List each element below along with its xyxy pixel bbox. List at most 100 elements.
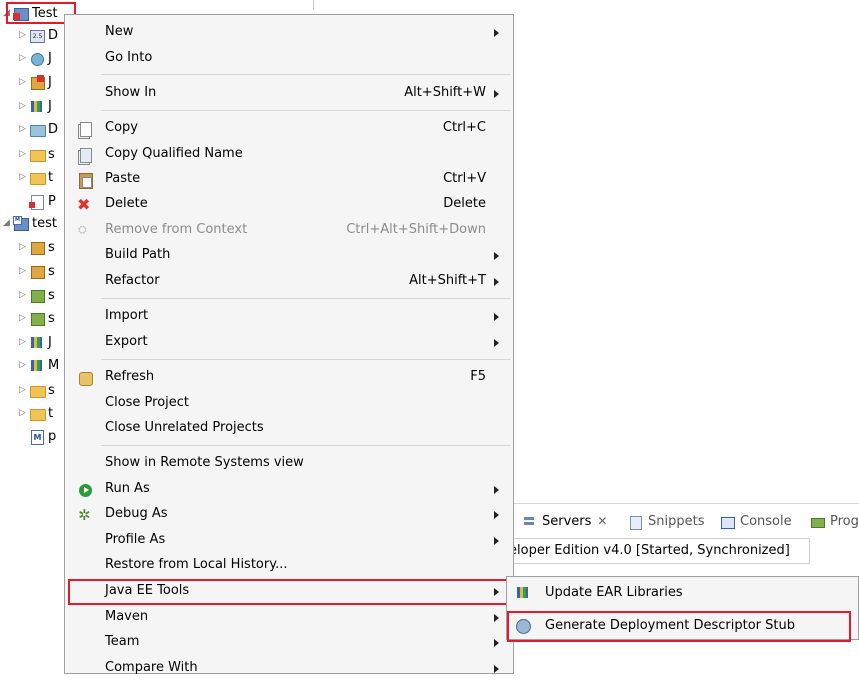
collapsed-twisty-icon[interactable]: ▷ — [18, 385, 27, 395]
submenu-item-label: Update EAR Libraries — [545, 585, 683, 600]
test-package-icon — [29, 311, 45, 326]
menu-item-close-project[interactable]: Close Project — [65, 391, 513, 416]
menu-item-refactor[interactable]: Refactor Alt+Shift+T — [65, 269, 513, 294]
menu-item-label: Close Unrelated Projects — [105, 420, 264, 435]
menu-item-export[interactable]: Export — [65, 330, 513, 355]
tree-item[interactable]: ▷ D — [18, 119, 58, 139]
tree-item[interactable]: ▷ s — [18, 285, 55, 305]
tree-item[interactable]: ▷ s — [18, 261, 55, 281]
server-list-row[interactable]: eloper Edition v4.0 [Started, Synchroniz… — [508, 538, 810, 564]
collapsed-twisty-icon[interactable]: ▷ — [18, 408, 27, 418]
tab-servers[interactable]: Servers ✕ — [522, 514, 607, 529]
submenu-arrow-icon — [494, 665, 499, 673]
menu-item-copy[interactable]: Copy Ctrl+C — [65, 116, 513, 141]
menu-item-shortcut: Delete — [443, 196, 486, 211]
menu-item-paste[interactable]: Paste Ctrl+V — [65, 167, 513, 192]
tab-snippets[interactable]: Snippets — [628, 514, 704, 530]
menu-item-copy-qualified-name[interactable]: Copy Qualified Name — [65, 142, 513, 167]
folder-icon — [29, 170, 46, 185]
folder-icon — [29, 406, 46, 421]
menu-item-build-path[interactable]: Build Path — [65, 243, 513, 268]
tree-item[interactable]: ▷ s — [18, 308, 55, 328]
submenu-arrow-icon — [494, 537, 499, 545]
collapsed-twisty-icon[interactable]: ▷ — [18, 124, 27, 134]
paste-icon — [77, 172, 93, 189]
menu-separator — [101, 445, 511, 446]
menu-item-debug-as[interactable]: ✲ Debug As — [65, 502, 513, 527]
menu-item-label: Copy — [105, 120, 138, 135]
console-icon — [720, 515, 735, 529]
tree-item[interactable]: ▷ s — [18, 237, 55, 257]
debug-bug-icon: ✲ — [78, 506, 91, 524]
menu-item-label: Compare With — [105, 660, 198, 675]
menu-item-show-in-remote-systems[interactable]: Show in Remote Systems view — [65, 451, 513, 476]
menu-separator — [101, 359, 511, 360]
tab-progress[interactable]: Prog — [810, 514, 859, 529]
tree-item[interactable]: ▷ s — [18, 380, 55, 400]
jre-library-icon — [29, 335, 45, 349]
collapsed-twisty-icon[interactable]: ▷ — [18, 337, 27, 347]
collapsed-twisty-icon[interactable]: ▷ — [18, 77, 27, 87]
menu-item-profile-as[interactable]: Profile As — [65, 528, 513, 553]
menu-item-show-in[interactable]: Show In Alt+Shift+W — [65, 81, 513, 106]
menu-item-compare-with[interactable]: Compare With — [65, 656, 513, 681]
tree-item[interactable]: ▷ t — [18, 167, 53, 187]
menu-item-new[interactable]: New — [65, 20, 513, 45]
close-tab-icon[interactable]: ✕ — [597, 514, 607, 528]
menu-separator — [101, 110, 511, 111]
tree-item-label: t — [48, 169, 54, 185]
submenu-item-update-ear-libraries[interactable]: Update EAR Libraries — [507, 579, 858, 607]
collapsed-twisty-icon[interactable]: ▷ — [18, 172, 27, 182]
menu-item-run-as[interactable]: Run As — [65, 477, 513, 502]
tree-item[interactable]: M p — [18, 426, 56, 446]
collapsed-twisty-icon[interactable]: ▷ — [18, 149, 27, 159]
context-menu: New Go Into Show In Alt+Shift+W Copy Ctr… — [64, 14, 514, 675]
tree-item[interactable]: ▷ J — [18, 72, 52, 92]
menu-item-close-unrelated-projects[interactable]: Close Unrelated Projects — [65, 416, 513, 441]
menu-separator — [101, 74, 511, 75]
collapsed-twisty-icon[interactable]: ▷ — [18, 290, 27, 300]
menu-item-maven[interactable]: Maven — [65, 605, 513, 630]
collapsed-twisty-icon[interactable]: ▷ — [18, 242, 27, 252]
tree-item-test-maven-project[interactable]: ◢ M test — [2, 213, 57, 233]
collapsed-twisty-icon[interactable]: ▷ — [18, 53, 27, 63]
tree-item[interactable]: ▷ t — [18, 403, 53, 423]
highlight-java-ee-tools — [68, 579, 516, 605]
menu-item-label: Debug As — [105, 506, 168, 521]
collapsed-twisty-icon[interactable]: ▷ — [18, 101, 27, 111]
tree-item[interactable]: P — [18, 191, 56, 211]
tree-item[interactable]: ▷ J — [18, 96, 52, 116]
menu-item-refresh[interactable]: Refresh F5 — [65, 365, 513, 390]
tab-console[interactable]: Console — [720, 514, 792, 529]
menu-item-delete[interactable]: ✖ Delete Delete — [65, 192, 513, 217]
menu-item-label: New — [105, 24, 134, 39]
collapsed-twisty-icon[interactable]: ▷ — [18, 313, 27, 323]
collapsed-twisty-icon[interactable]: ▷ — [18, 30, 27, 40]
maven-project-icon: M — [13, 216, 29, 231]
menu-item-restore-local-history[interactable]: Restore from Local History... — [65, 553, 513, 578]
tree-item[interactable]: ▷ M — [18, 355, 59, 375]
menu-item-label: Paste — [105, 171, 141, 186]
tree-item[interactable]: ▷ J — [18, 48, 52, 68]
tree-item[interactable]: ▷ 2.5 D — [18, 25, 58, 45]
submenu-arrow-icon — [494, 29, 499, 37]
collapsed-twisty-icon[interactable]: ▷ — [18, 360, 27, 370]
menu-item-import[interactable]: Import — [65, 304, 513, 329]
menu-item-team[interactable]: Team — [65, 630, 513, 655]
views-tab-bar: Servers ✕ Snippets Console Prog — [508, 507, 859, 537]
tree-item-label: J — [48, 74, 52, 90]
tree-item[interactable]: ▷ J — [18, 332, 52, 352]
tree-item-label: s — [48, 310, 55, 326]
menu-item-label: Close Project — [105, 395, 190, 410]
collapsed-twisty-icon[interactable]: ▷ — [18, 266, 27, 276]
copy-qualified-name-icon — [77, 147, 93, 165]
menu-item-go-into[interactable]: Go Into — [65, 46, 513, 71]
editor-divider — [313, 0, 314, 10]
submenu-arrow-icon — [494, 90, 499, 98]
progress-icon — [810, 515, 825, 529]
expanded-twisty-icon[interactable]: ◢ — [2, 218, 11, 228]
tree-item-label: D — [48, 27, 59, 43]
tree-item[interactable]: ▷ s — [18, 144, 55, 164]
pom-file-icon: M — [29, 429, 45, 445]
menu-item-label: Team — [105, 634, 140, 649]
